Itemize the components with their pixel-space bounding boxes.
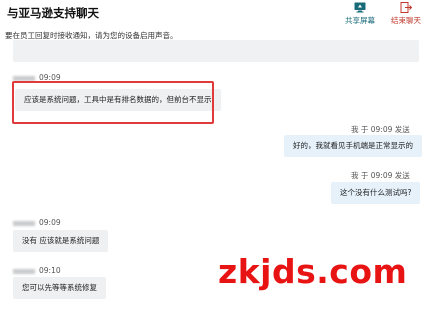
share-screen-button[interactable]: 共享屏幕: [341, 2, 379, 28]
notification-notice: 要在员工回复时接收通知，请为您的设备启用声音。: [0, 28, 432, 62]
agent-message-bubble: 您可以先等等系统修复: [13, 277, 106, 299]
message-status: 发送: [394, 171, 410, 180]
agent-name-redacted: [13, 268, 35, 274]
chat-title: 与亚马逊支持聊天: [7, 6, 99, 20]
exit-icon: [400, 2, 412, 13]
message-time: 于 09:09: [360, 125, 393, 134]
chat-header: 与亚马逊支持聊天 共享屏幕 结束聊天: [0, 0, 432, 28]
message-meta: 09:09: [13, 218, 61, 227]
sender-name: 我: [351, 125, 359, 134]
share-screen-icon: [354, 2, 366, 13]
end-chat-button[interactable]: 结束聊天: [387, 2, 425, 28]
message-text: 您可以先等等系统修复: [22, 283, 97, 292]
message-meta: 我 于 09:09 发送: [351, 170, 410, 181]
agent-name-redacted: [13, 220, 35, 226]
message-text: 好的，我就看见手机端是正常显示的: [293, 141, 413, 150]
message-time: 09:09: [39, 218, 61, 227]
agent-message-bubble: 没有 应该就是系统问题: [13, 230, 109, 252]
my-message-bubble: 这个没有什么测试吗?: [331, 182, 421, 204]
share-screen-label: 共享屏幕: [345, 16, 375, 25]
message-time: 于 09:09: [360, 171, 393, 180]
sender-name: 我: [351, 171, 359, 180]
system-message-box: [13, 40, 419, 62]
message-meta: 我 于 09:09 发送: [351, 124, 410, 135]
message-status: 发送: [394, 125, 410, 134]
message-meta: 09:10: [13, 266, 61, 275]
my-message-bubble: 好的，我就看见手机端是正常显示的: [284, 135, 422, 157]
message-text: 这个没有什么测试吗?: [340, 188, 412, 197]
end-chat-label: 结束聊天: [391, 16, 421, 25]
highlight-annotation: [12, 81, 214, 124]
message-time: 09:10: [39, 266, 61, 275]
agent-name-redacted: [13, 75, 35, 81]
watermark: zkjds.com: [218, 252, 408, 291]
message-text: 没有 应该就是系统问题: [22, 236, 100, 245]
